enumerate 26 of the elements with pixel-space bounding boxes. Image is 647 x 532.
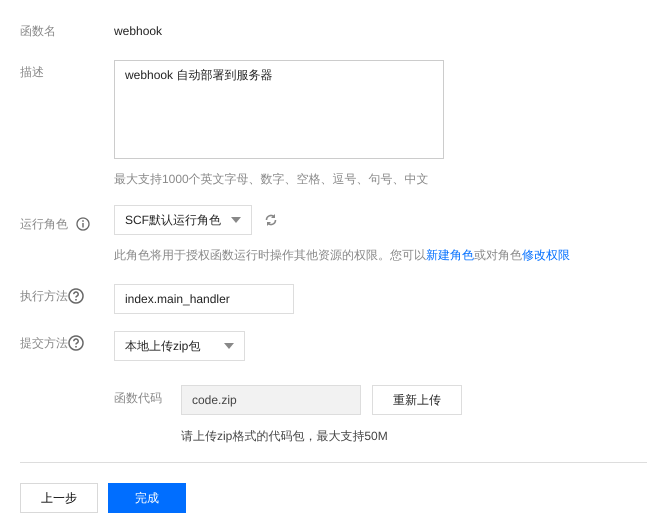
finish-button[interactable]: 完成	[108, 483, 186, 513]
field-label: 执行方法	[20, 288, 68, 304]
role-hint: 此角色将用于授权函数运行时操作其他资源的权限。您可以新建角色或对角色修改权限	[114, 247, 570, 264]
field-label: 函数代码	[114, 391, 162, 405]
caret-icon	[224, 343, 234, 349]
help-icon[interactable]	[68, 335, 84, 351]
refresh-icon[interactable]	[264, 213, 278, 227]
help-icon[interactable]	[68, 288, 84, 304]
hint-text: 请上传zip格式的代码包，最大支持50M	[181, 428, 389, 445]
role-select[interactable]: SCF默认运行角色	[114, 205, 252, 235]
handler-field[interactable]: index.main_handler	[114, 284, 294, 314]
field-label: 函数名	[20, 24, 56, 38]
field-label: 运行角色	[20, 216, 68, 232]
info-icon[interactable]	[76, 216, 90, 230]
description-field[interactable]: webhook 自动部署到服务器	[114, 60, 444, 159]
link[interactable]: 新建角色	[426, 248, 474, 262]
field-label: 描述	[20, 65, 44, 79]
function-name: webhook	[114, 23, 162, 40]
caret-icon	[231, 217, 241, 223]
hint-text: 最大支持1000个英文字母、数字、空格、逗号、句号、中文	[114, 171, 430, 188]
reupload-button[interactable]: 重新上传	[372, 385, 462, 415]
link[interactable]: 修改权限	[522, 248, 570, 262]
code-file-field: code.zip	[181, 385, 361, 415]
submit-method-select[interactable]: 本地上传zip包	[114, 331, 245, 361]
field-label: 提交方法	[20, 335, 68, 351]
previous-button[interactable]: 上一步	[20, 483, 98, 513]
